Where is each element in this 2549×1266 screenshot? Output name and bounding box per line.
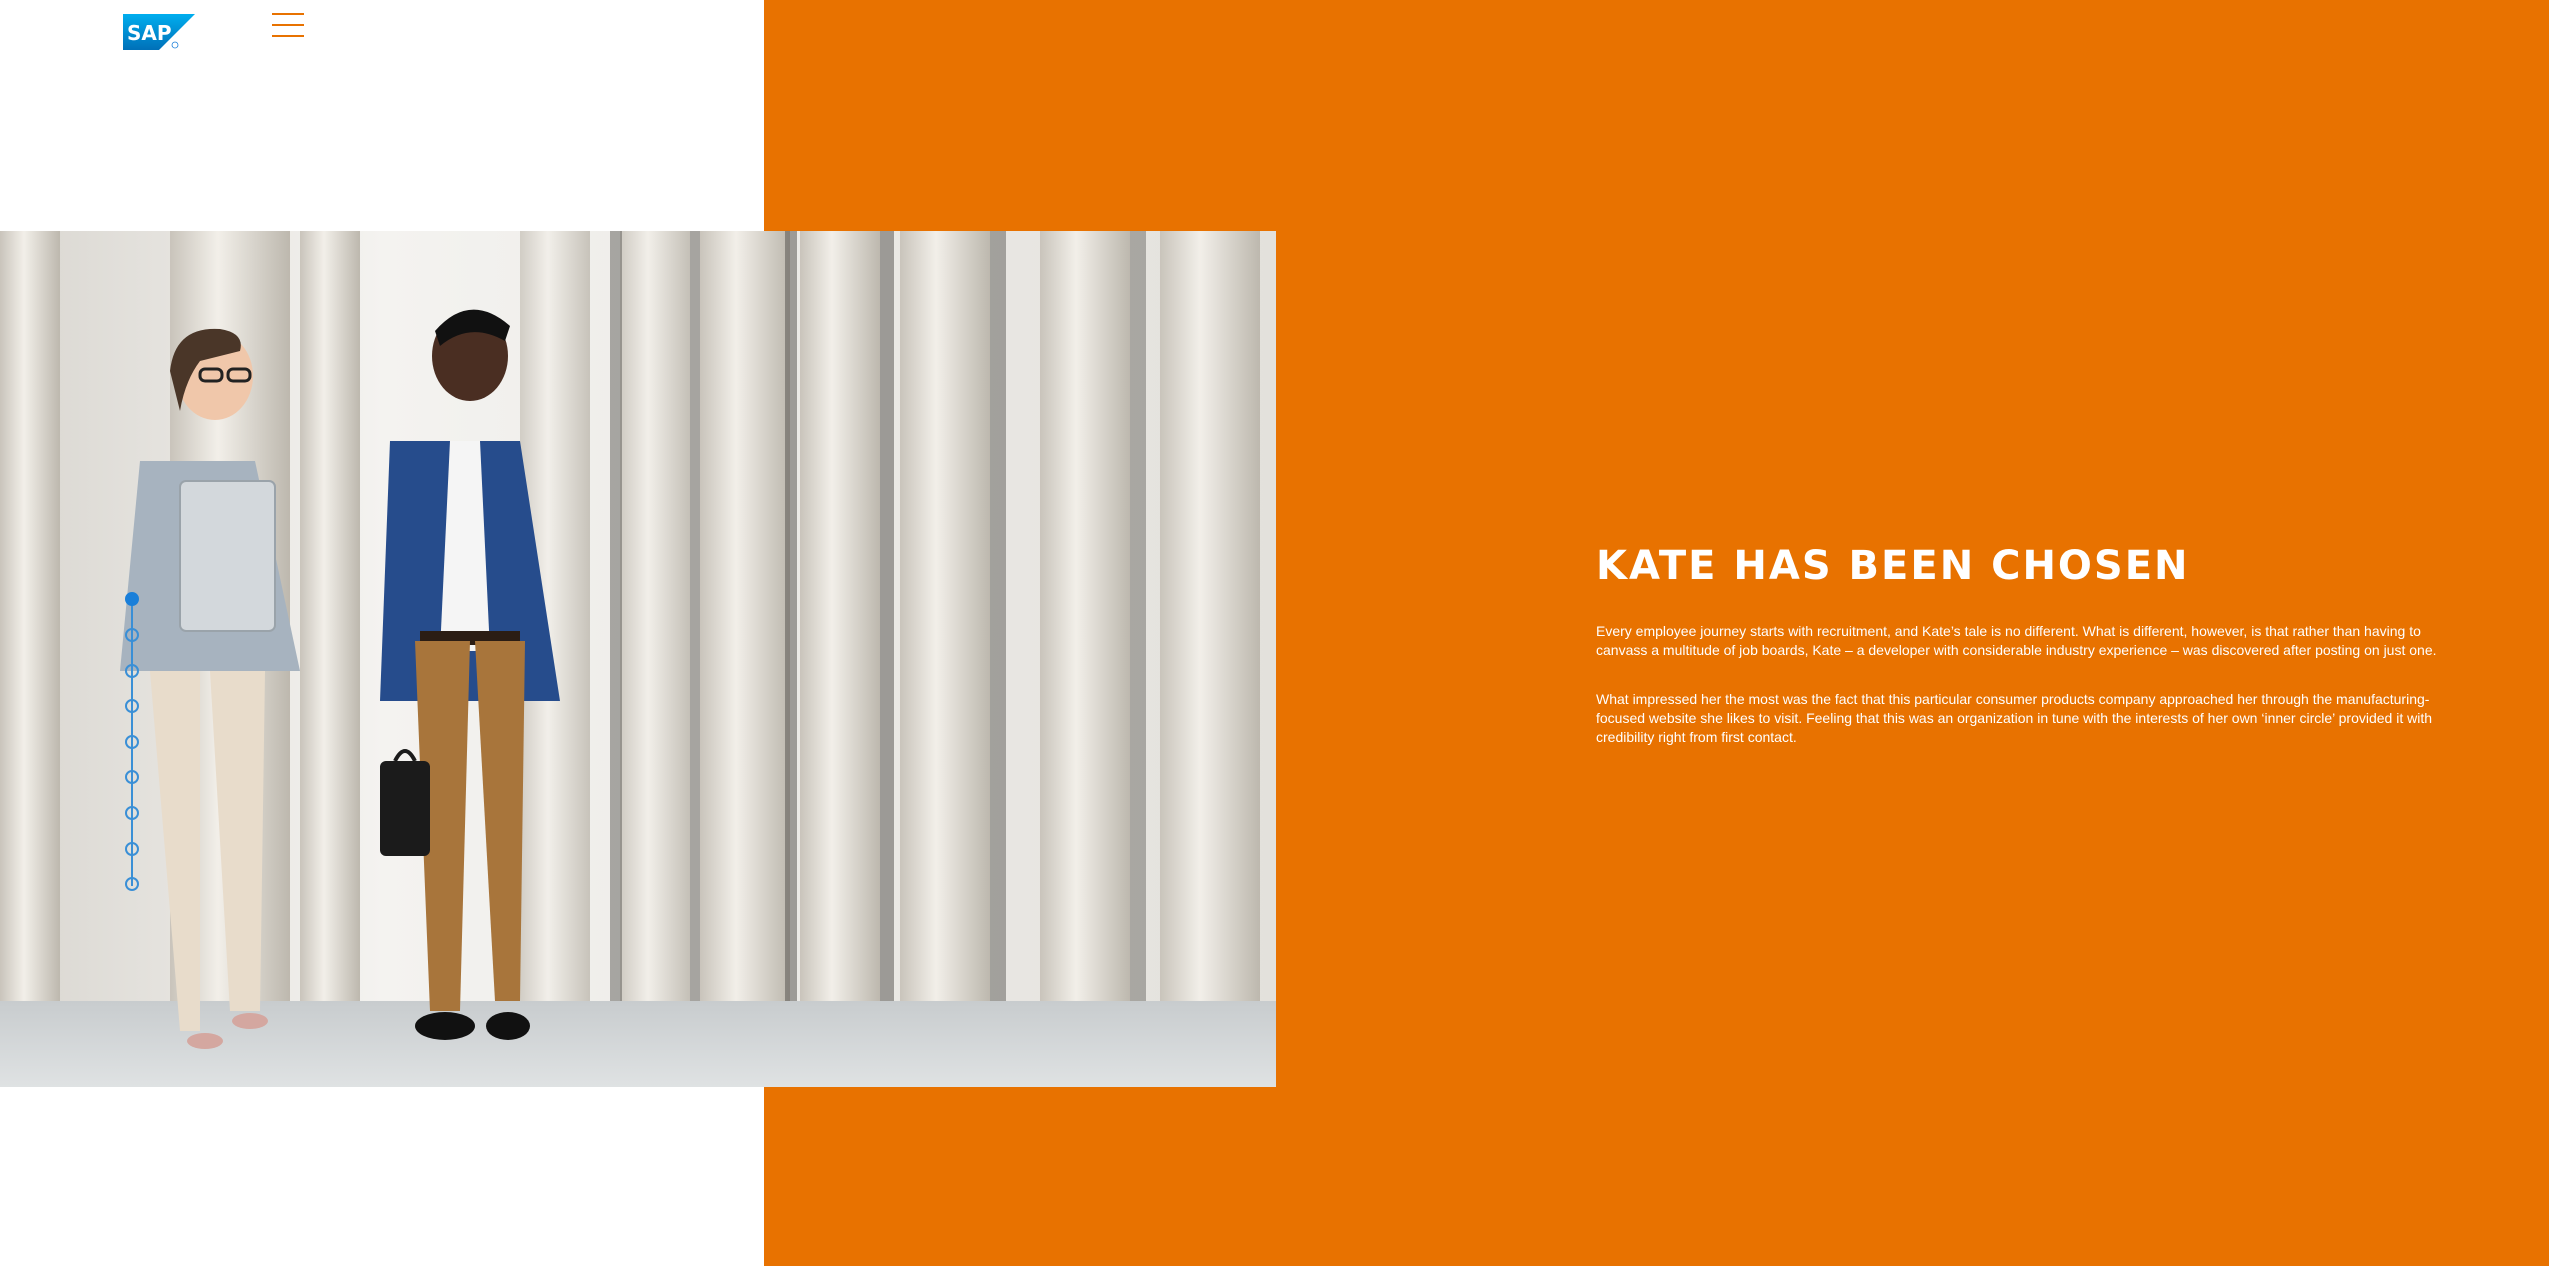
sap-logo[interactable]: SAP (123, 14, 195, 50)
story-content: KATE HAS BEEN CHOSEN Every employee jour… (1596, 538, 2476, 747)
page-title: KATE HAS BEEN CHOSEN (1596, 543, 2190, 589)
progress-dot-7[interactable] (125, 806, 139, 820)
sap-logo-text: SAP (127, 21, 172, 45)
progress-dot-8[interactable] (125, 842, 139, 856)
hamburger-menu-icon[interactable] (272, 12, 304, 38)
paragraph-2: What impressed her the most was the fact… (1596, 691, 2433, 745)
menu-bar (272, 24, 304, 26)
progress-dot-5[interactable] (125, 735, 139, 749)
progress-nav (122, 592, 142, 895)
progress-dot-2[interactable] (125, 628, 139, 642)
progress-dot-6[interactable] (125, 770, 139, 784)
progress-dot-4[interactable] (125, 699, 139, 713)
progress-dot-3[interactable] (125, 664, 139, 678)
paragraph-1: Every employee journey starts with recru… (1596, 623, 2437, 658)
progress-dot-1[interactable] (125, 592, 139, 606)
progress-dot-9[interactable] (125, 877, 139, 891)
page: SAP KATE HAS BEEN CHOSEN Every employee … (0, 0, 2549, 1266)
menu-bar (272, 13, 304, 15)
menu-bar (272, 35, 304, 37)
hero-photo (0, 231, 1276, 1087)
